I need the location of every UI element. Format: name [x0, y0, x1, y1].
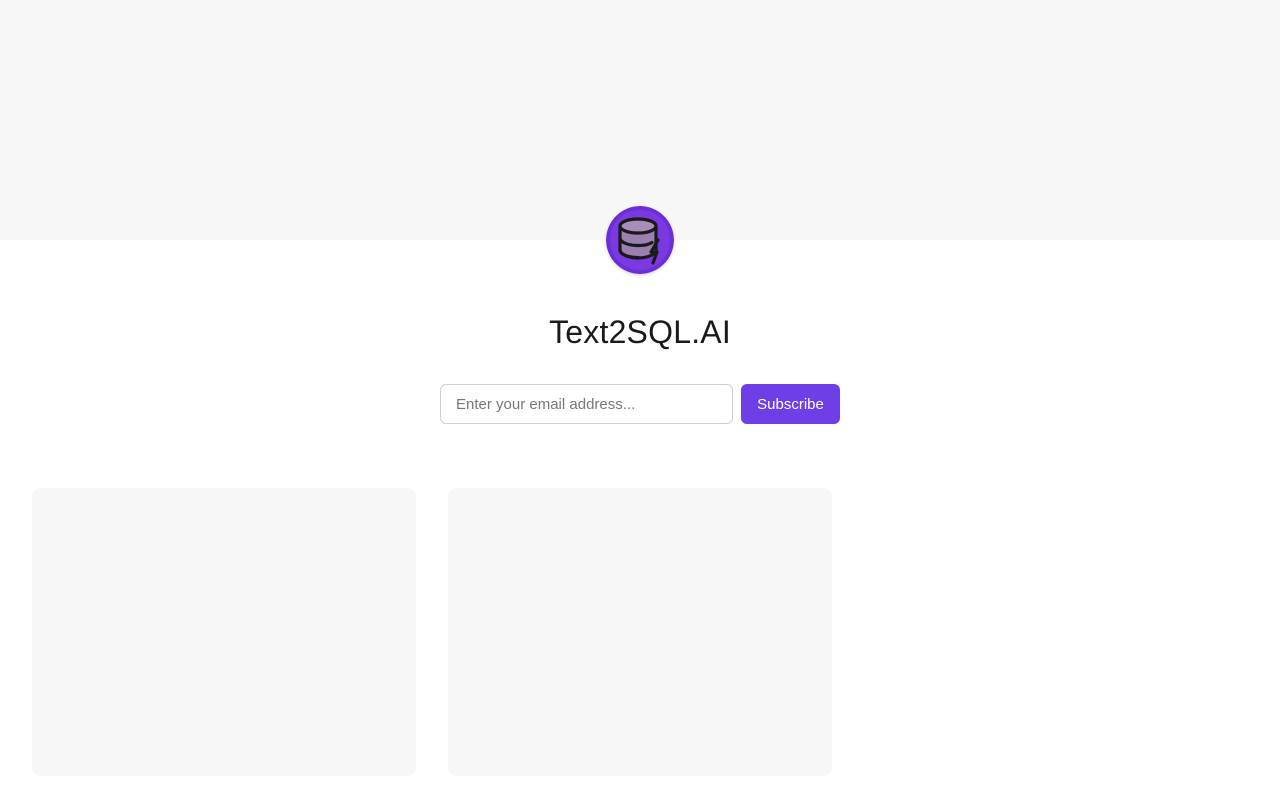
subscribe-button[interactable]: Subscribe [741, 384, 840, 424]
publication-page: Text2SQL.AI Subscribe [0, 0, 1280, 800]
subscribe-form: Subscribe [440, 384, 840, 424]
email-input[interactable] [440, 384, 733, 424]
database-lightning-icon [606, 206, 674, 274]
cover-banner [0, 0, 1280, 240]
post-card[interactable] [32, 488, 416, 776]
publication-logo[interactable] [606, 206, 674, 274]
post-card[interactable] [448, 488, 832, 776]
publication-title: Text2SQL.AI [549, 314, 731, 350]
